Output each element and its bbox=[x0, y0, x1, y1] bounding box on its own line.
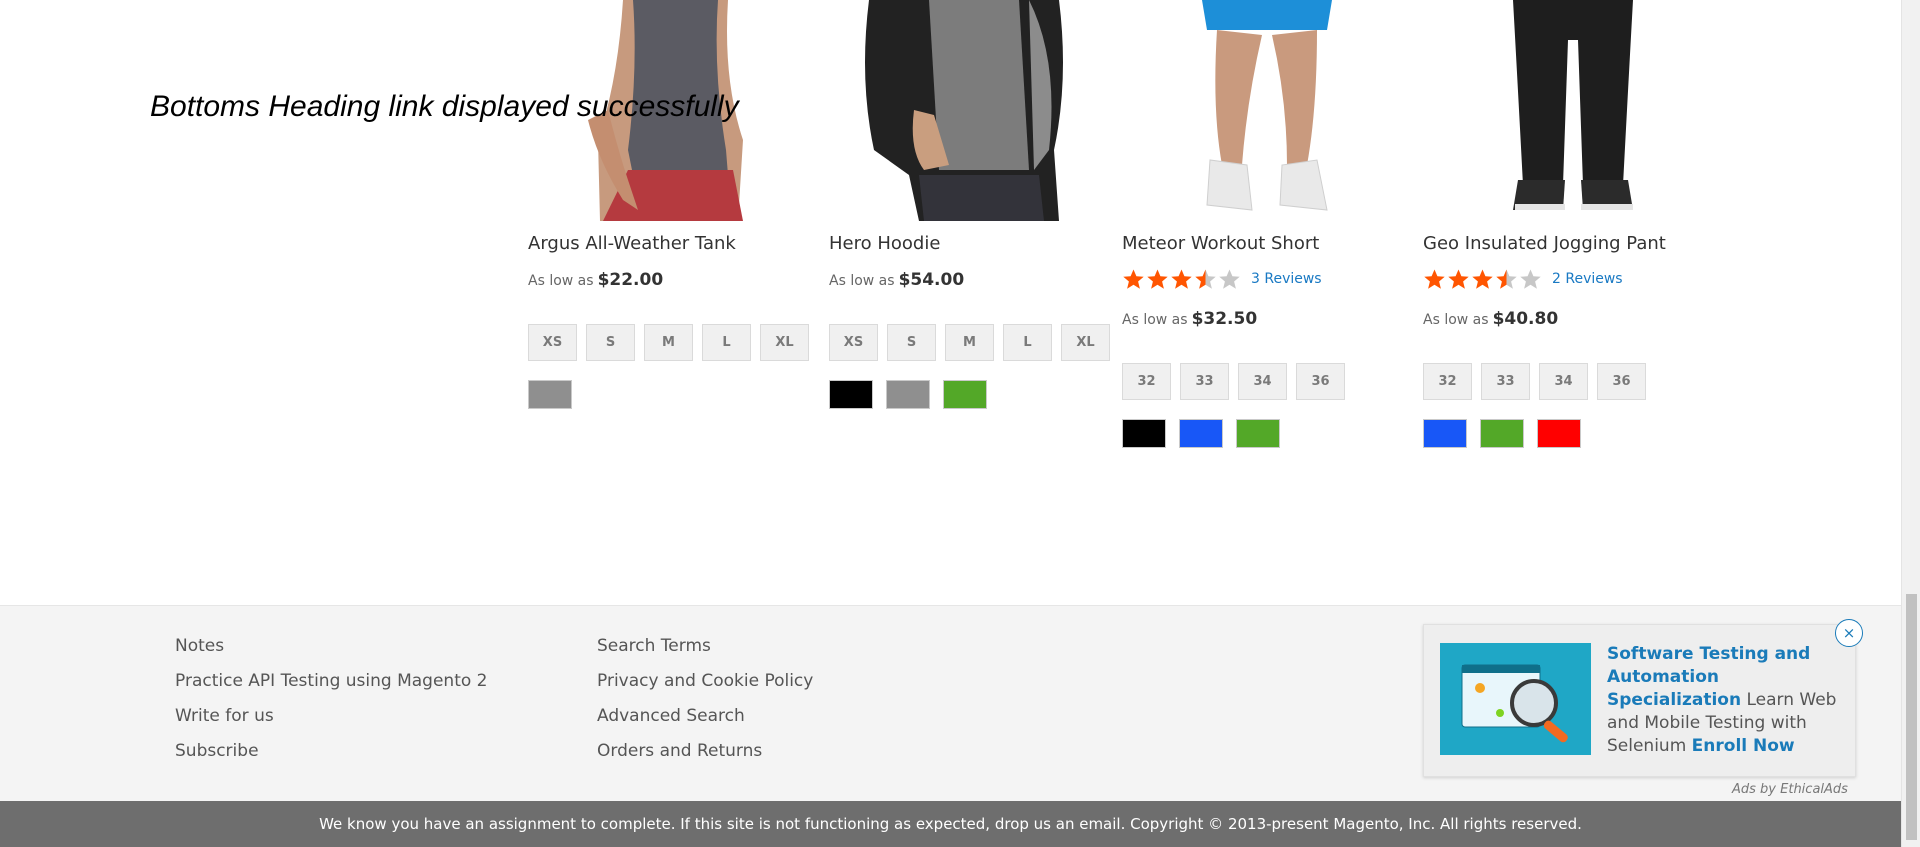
price-box: As low as $54.00 bbox=[829, 270, 964, 290]
ad-attribution[interactable]: Ads by EthicalAds bbox=[1732, 782, 1848, 797]
color-swatch[interactable] bbox=[1537, 419, 1581, 448]
ad-cta-link[interactable]: Enroll Now bbox=[1692, 736, 1795, 756]
product-name[interactable]: Argus All-Weather Tank bbox=[528, 233, 736, 254]
footer-link-advanced-search[interactable]: Advanced Search bbox=[597, 704, 813, 739]
size-option[interactable]: M bbox=[945, 324, 994, 361]
footer-link-subscribe[interactable]: Subscribe bbox=[175, 739, 488, 774]
price-label: As low as bbox=[829, 273, 895, 289]
color-swatch[interactable] bbox=[1423, 419, 1467, 448]
color-options bbox=[1423, 419, 1581, 448]
price-label: As low as bbox=[1122, 312, 1188, 328]
star-icon bbox=[1219, 269, 1240, 289]
star-icon bbox=[1123, 269, 1144, 289]
product-rating: 3 Reviews bbox=[1122, 268, 1322, 290]
color-swatch[interactable] bbox=[528, 380, 572, 409]
star-icon bbox=[1496, 269, 1517, 289]
star-icon bbox=[1448, 269, 1469, 289]
size-option[interactable]: S bbox=[887, 324, 936, 361]
price-box: As low as $32.50 bbox=[1122, 309, 1257, 329]
price-value: $40.80 bbox=[1492, 309, 1559, 329]
star-icon bbox=[1472, 269, 1493, 289]
product-grid: Argus All-Weather Tank As low as $22.00 X… bbox=[528, 0, 1728, 460]
price-value: $22.00 bbox=[597, 270, 664, 290]
size-option[interactable]: L bbox=[1003, 324, 1052, 361]
star-icon bbox=[1171, 269, 1192, 289]
reviews-link[interactable]: 3 Reviews bbox=[1251, 271, 1322, 287]
size-options: 32 33 34 36 bbox=[1423, 363, 1646, 400]
color-options bbox=[528, 380, 572, 409]
price-box: As low as $22.00 bbox=[528, 270, 663, 290]
size-option[interactable]: 32 bbox=[1423, 363, 1472, 400]
size-options: XS S M L XL bbox=[829, 324, 1110, 361]
footer-link-api-testing[interactable]: Practice API Testing using Magento 2 bbox=[175, 669, 488, 704]
price-box: As low as $40.80 bbox=[1423, 309, 1558, 329]
product-name[interactable]: Geo Insulated Jogging Pant bbox=[1423, 233, 1666, 254]
size-option[interactable]: 36 bbox=[1597, 363, 1646, 400]
footer-link-orders-returns[interactable]: Orders and Returns bbox=[597, 739, 813, 774]
footer-link-write-for-us[interactable]: Write for us bbox=[175, 704, 488, 739]
page-scrollbar[interactable] bbox=[1901, 0, 1920, 847]
product-image[interactable] bbox=[829, 0, 1119, 221]
price-label: As low as bbox=[528, 273, 594, 289]
success-message: Bottoms Heading link displayed successfu… bbox=[150, 90, 739, 123]
color-swatch[interactable] bbox=[943, 380, 987, 409]
color-swatch[interactable] bbox=[1179, 419, 1223, 448]
size-option[interactable]: XL bbox=[1061, 324, 1110, 361]
star-icon bbox=[1195, 269, 1216, 289]
page-footer: Notes Practice API Testing using Magento… bbox=[0, 605, 1901, 801]
footer-links-column: Search Terms Privacy and Cookie Policy A… bbox=[597, 634, 813, 774]
size-option[interactable]: 34 bbox=[1238, 363, 1287, 400]
product-item[interactable]: Geo Insulated Jogging Pant 2 Reviews As … bbox=[1423, 0, 1713, 448]
price-label: As low as bbox=[1423, 312, 1489, 328]
footer-link-search-terms[interactable]: Search Terms bbox=[597, 634, 813, 669]
star-icon bbox=[1520, 269, 1541, 289]
size-options: XS S M L XL bbox=[528, 324, 809, 361]
reviews-link[interactable]: 2 Reviews bbox=[1552, 271, 1623, 287]
copyright-bar: We know you have an assignment to comple… bbox=[0, 801, 1901, 847]
product-item[interactable]: Meteor Workout Short 3 Reviews As low as… bbox=[1122, 0, 1412, 448]
footer-link-privacy-policy[interactable]: Privacy and Cookie Policy bbox=[597, 669, 813, 704]
scrollbar-thumb[interactable] bbox=[1906, 594, 1917, 840]
star-icon bbox=[1147, 269, 1168, 289]
color-swatch[interactable] bbox=[1122, 419, 1166, 448]
size-options: 32 33 34 36 bbox=[1122, 363, 1345, 400]
size-option[interactable]: M bbox=[644, 324, 693, 361]
color-options bbox=[829, 380, 987, 409]
rating-stars bbox=[1122, 268, 1241, 290]
color-swatch[interactable] bbox=[1480, 419, 1524, 448]
ad-image[interactable] bbox=[1440, 643, 1591, 755]
color-options bbox=[1122, 419, 1280, 448]
size-option[interactable]: XS bbox=[829, 324, 878, 361]
product-name[interactable]: Hero Hoodie bbox=[829, 233, 940, 254]
ad-text[interactable]: Software Testing and Automation Speciali… bbox=[1607, 643, 1842, 758]
ethical-ad[interactable]: × Software Testing and Automation Specia… bbox=[1423, 619, 1863, 777]
star-icon bbox=[1424, 269, 1445, 289]
product-image[interactable] bbox=[1122, 0, 1412, 221]
size-option[interactable]: XL bbox=[760, 324, 809, 361]
color-swatch[interactable] bbox=[1236, 419, 1280, 448]
product-image[interactable] bbox=[1423, 0, 1713, 221]
size-option[interactable]: S bbox=[586, 324, 635, 361]
price-value: $54.00 bbox=[898, 270, 965, 290]
rating-stars bbox=[1423, 268, 1542, 290]
size-option[interactable]: 36 bbox=[1296, 363, 1345, 400]
size-option[interactable]: L bbox=[702, 324, 751, 361]
footer-link-notes[interactable]: Notes bbox=[175, 634, 488, 669]
color-swatch[interactable] bbox=[886, 380, 930, 409]
price-value: $32.50 bbox=[1191, 309, 1258, 329]
size-option[interactable]: 33 bbox=[1180, 363, 1229, 400]
copyright-text: We know you have an assignment to comple… bbox=[319, 815, 1582, 833]
product-item[interactable]: Hero Hoodie As low as $54.00 XS S M L XL bbox=[829, 0, 1119, 409]
size-option[interactable]: 33 bbox=[1481, 363, 1530, 400]
size-option[interactable]: 34 bbox=[1539, 363, 1588, 400]
color-swatch[interactable] bbox=[829, 380, 873, 409]
size-option[interactable]: XS bbox=[528, 324, 577, 361]
size-option[interactable]: 32 bbox=[1122, 363, 1171, 400]
product-name[interactable]: Meteor Workout Short bbox=[1122, 233, 1319, 254]
footer-links-column: Notes Practice API Testing using Magento… bbox=[175, 634, 488, 774]
product-rating: 2 Reviews bbox=[1423, 268, 1623, 290]
